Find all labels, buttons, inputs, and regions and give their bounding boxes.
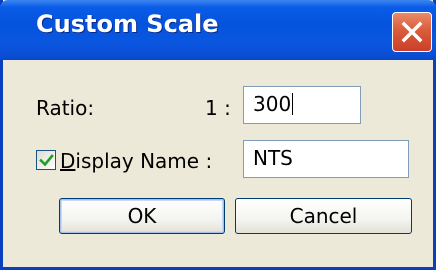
text-caret <box>292 93 294 115</box>
window-title: Custom Scale <box>36 10 219 38</box>
title-bar[interactable]: Custom Scale <box>0 0 436 60</box>
ratio-input[interactable]: 300 <box>243 86 361 124</box>
ratio-label: Ratio: <box>36 96 95 120</box>
display-name-mnemonic: D <box>60 149 76 173</box>
display-name-input[interactable]: NTS <box>243 140 409 178</box>
close-button[interactable] <box>392 12 432 52</box>
ratio-input-value: 300 <box>253 92 292 116</box>
display-name-checkbox[interactable] <box>36 150 56 170</box>
cancel-button[interactable]: Cancel <box>235 198 412 234</box>
display-name-label-text: isplay Name : <box>75 149 213 173</box>
display-name-label[interactable]: Display Name : <box>60 149 212 173</box>
ok-button[interactable]: OK <box>59 198 225 234</box>
display-name-input-value: NTS <box>253 146 293 170</box>
custom-scale-dialog: Custom Scale Ratio: 1 : 300 Display Name… <box>0 0 436 270</box>
ratio-prefix-label: 1 : <box>205 96 231 120</box>
